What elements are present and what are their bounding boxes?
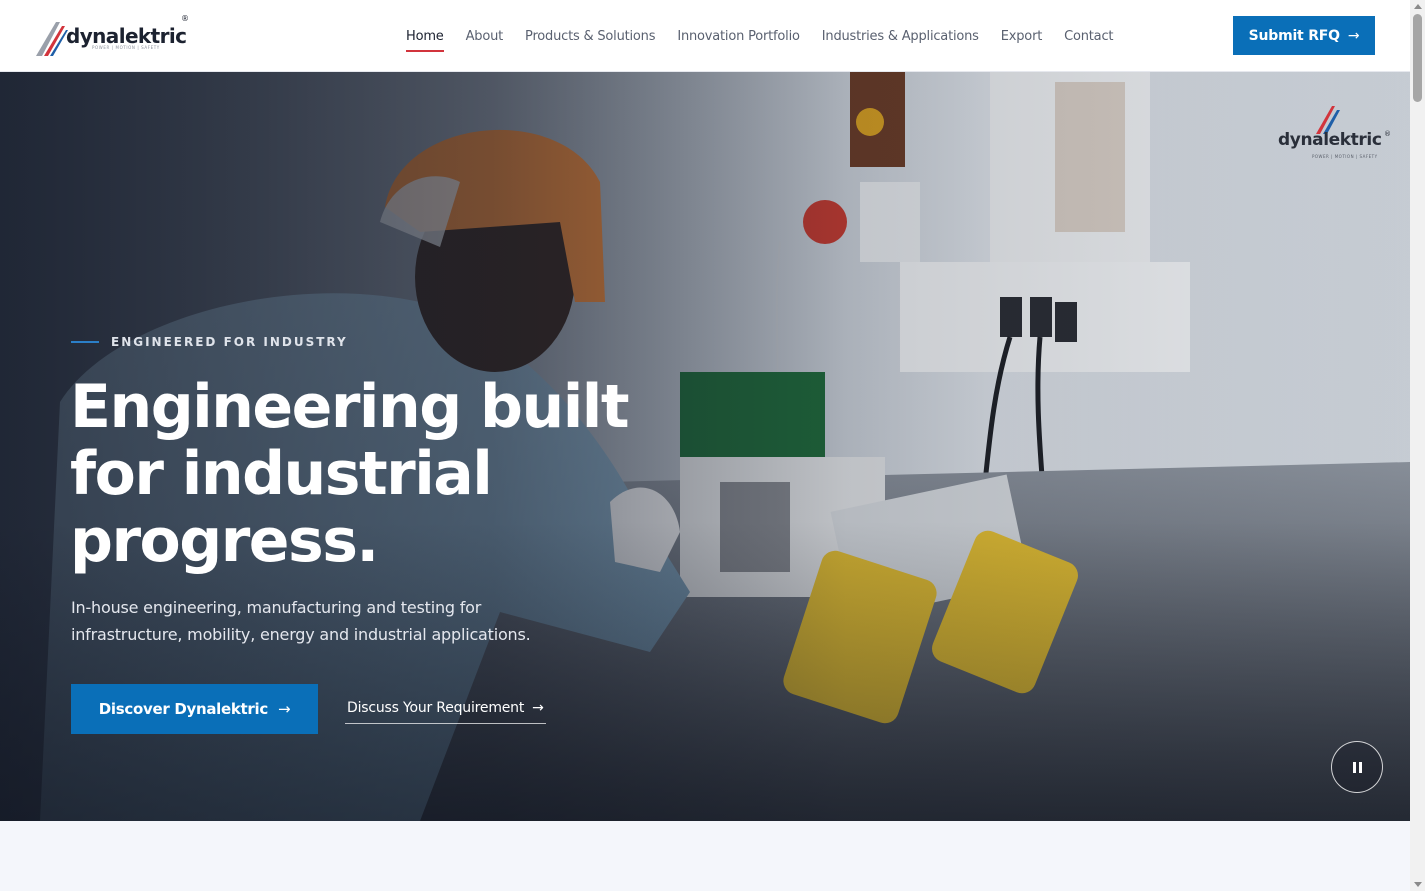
pause-icon xyxy=(1352,761,1356,773)
eyebrow-label: ENGINEERED FOR INDUSTRY xyxy=(111,335,348,349)
watermark-wordmark: dynalektric xyxy=(1278,130,1382,150)
nav-item-contact[interactable]: Contact xyxy=(1064,0,1113,72)
discover-dynalektric-button[interactable]: Discover Dynalektric → xyxy=(71,684,318,734)
watermark-registered-mark: ® xyxy=(1384,130,1391,138)
headline-line-2: for industrial xyxy=(70,439,493,509)
nav-item-products-solutions[interactable]: Products & Solutions xyxy=(525,0,655,72)
headline-line-3: progress. xyxy=(70,506,379,576)
eyebrow-accent-line xyxy=(71,341,99,343)
arrow-right-icon: → xyxy=(532,699,544,716)
discuss-requirement-link[interactable]: Discuss Your Requirement → xyxy=(345,696,546,724)
main-nav: Home About Products & Solutions Innovati… xyxy=(395,0,1124,72)
subtitle-line-2: infrastructure, mobility, energy and ind… xyxy=(71,625,531,644)
arrow-right-icon: → xyxy=(1347,27,1360,44)
nav-item-export[interactable]: Export xyxy=(1001,0,1043,72)
logo-tagline: POWER | MOTION | SAFETY xyxy=(92,45,160,50)
discuss-label: Discuss Your Requirement xyxy=(347,699,525,716)
logo-registered-mark: ® xyxy=(181,14,189,23)
page-scrollbar[interactable] xyxy=(1410,0,1425,891)
hero-eyebrow: ENGINEERED FOR INDUSTRY xyxy=(71,335,348,349)
watermark-tagline: POWER | MOTION | SAFETY xyxy=(1312,154,1378,159)
scroll-down-arrow-icon[interactable] xyxy=(1414,882,1422,887)
nav-item-home[interactable]: Home xyxy=(406,0,444,72)
arrow-right-icon: → xyxy=(277,700,291,718)
discover-label: Discover Dynalektric xyxy=(98,700,269,718)
nav-item-about[interactable]: About xyxy=(466,0,504,72)
submit-rfq-label: Submit RFQ xyxy=(1248,27,1340,44)
site-header: dynalektric ® POWER | MOTION | SAFETY Ho… xyxy=(0,0,1410,72)
hero-section: dynalektric ® POWER | MOTION | SAFETY EN… xyxy=(0,72,1410,821)
submit-rfq-button[interactable]: Submit RFQ → xyxy=(1233,16,1375,55)
video-watermark-logo: dynalektric ® POWER | MOTION | SAFETY xyxy=(1278,102,1398,162)
nav-item-innovation-portfolio[interactable]: Innovation Portfolio xyxy=(677,0,800,72)
subtitle-line-1: In-house engineering, manufacturing and … xyxy=(71,598,482,617)
scroll-up-arrow-icon[interactable] xyxy=(1414,4,1422,9)
logo-mark-icon xyxy=(36,22,68,56)
hero-subtitle: In-house engineering, manufacturing and … xyxy=(71,594,611,648)
brand-logo[interactable]: dynalektric ® POWER | MOTION | SAFETY xyxy=(34,14,194,60)
hero-headline: Engineering built for industrial progres… xyxy=(70,374,670,575)
scroll-thumb[interactable] xyxy=(1413,14,1422,102)
pause-icon-bar xyxy=(1358,761,1362,773)
video-pause-button[interactable] xyxy=(1331,741,1383,793)
nav-item-industries-applications[interactable]: Industries & Applications xyxy=(822,0,979,72)
next-section xyxy=(0,821,1410,891)
headline-line-1: Engineering built xyxy=(70,372,630,442)
